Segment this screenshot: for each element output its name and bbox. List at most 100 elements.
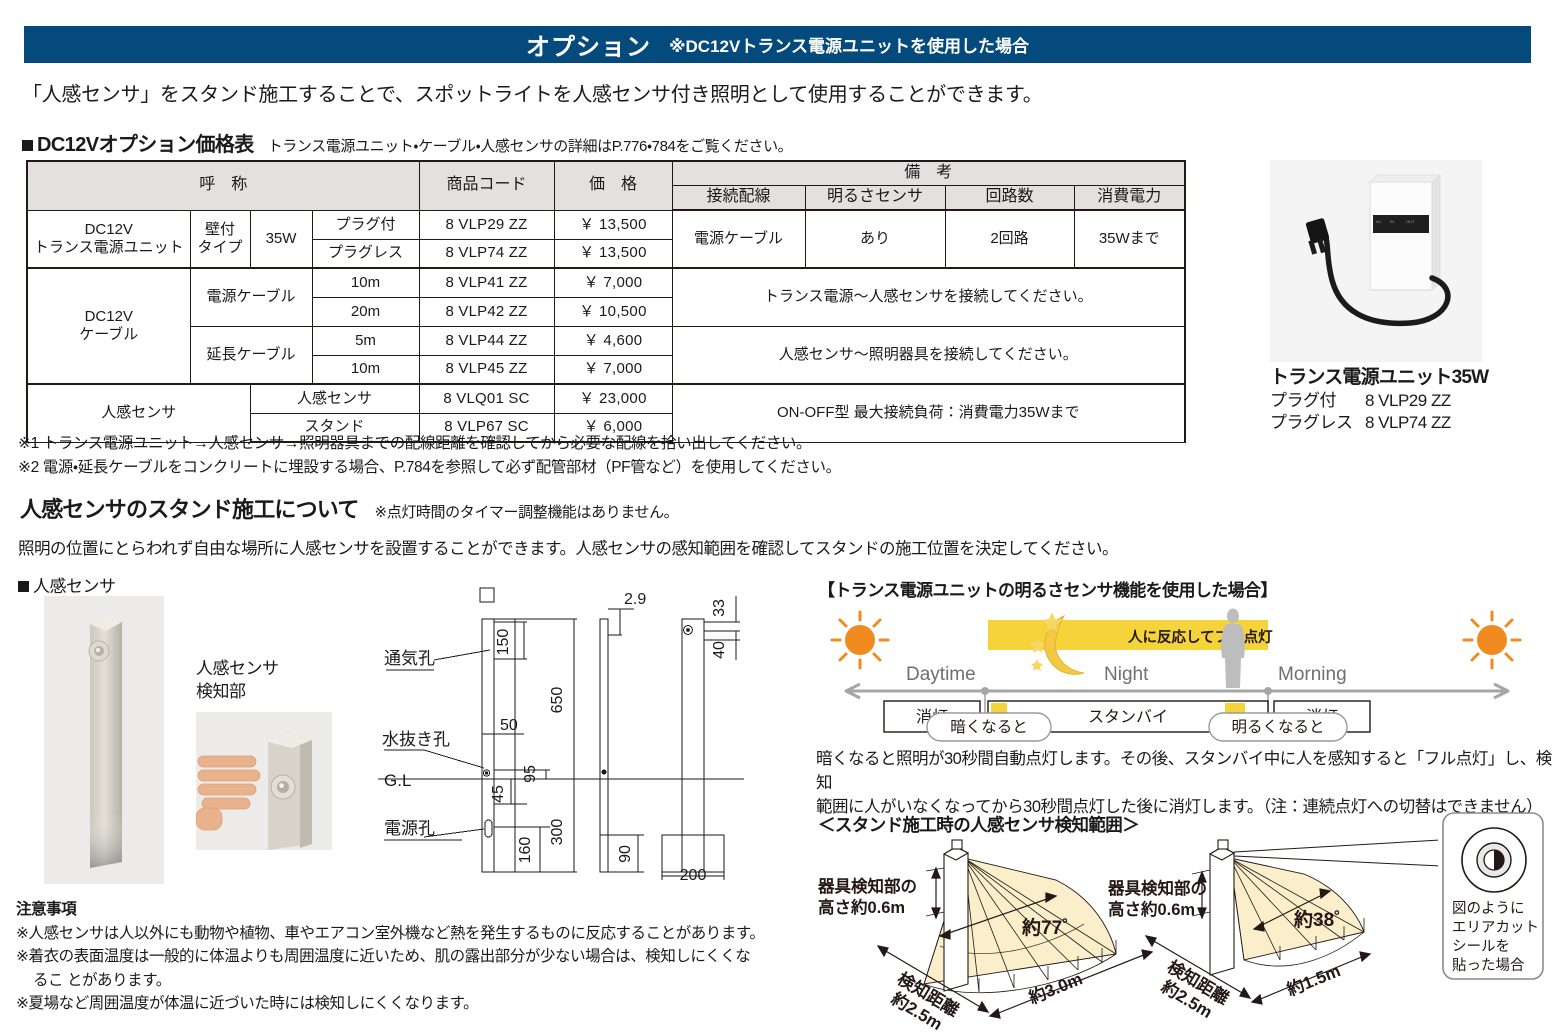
square-bullet-icon [18,581,29,592]
trans-caption-row: プラグレス 8 VLP74 ZZ [1270,412,1550,434]
cell-price: ￥ 13,500 [553,209,673,240]
dim-90: 90 [617,845,634,863]
cell-price: ￥ 4,600 [553,325,673,356]
svg-text:AC: AC [1376,219,1382,224]
sensor-heading-text: 人感センサ [33,577,116,596]
cell-price: ￥ 13,500 [553,238,673,269]
table-row: 人感センサ 人感センサ 8 VLQ01 SC ￥ 23,000 ON-OFF型 … [26,383,1186,443]
label-gl: G.L [384,771,411,790]
stand-heading-text: 人感センサのスタンド施工について [20,497,359,522]
height-label-line1: 器具検知部の [1108,878,1207,898]
brightness-diagram-heading: 【トランス電源ユニットの明るさセンサ機能を使用した場合】 [818,581,1277,600]
caution-item-2-cont: るこ とがあります。 [33,971,171,989]
trans-caption-label: プラグレス [1270,412,1353,432]
detection-range-heading: ＜スタンド施工時の人感センサ検知範囲＞ [818,815,1140,835]
th-circuits: 回路数 [944,185,1075,211]
svg-text:IN: IN [1390,219,1394,224]
callout-text-4: 貼った場合 [1452,957,1525,974]
phase-label-daytime: Daytime [906,664,976,685]
caution-item-3: ※夏場など周囲温度が体温に近づいた時には検知しにくくなります。 [16,995,479,1013]
label-vent-hole: 通気孔 [384,649,435,668]
th-code: 商品コード [418,160,555,211]
width-label-1-5m: 約1.5m [1283,960,1343,1000]
angle-label-38: 約38˚ [1293,908,1340,931]
cell-variant: プラグ付 [311,209,420,240]
cell-group-name-2: DC12V ケーブル [26,267,191,385]
option-header-band: オプション ※DC12Vトランス電源ユニットを使用した場合 [24,26,1531,63]
detect-part-caption: 人感センサ 検知部 [196,658,279,704]
table-note-1: ※1 トランス電源ユニット→人感センサ→照明器具までの配線距離を確認してから必要… [18,435,812,452]
cell-subgroup-power-cable: 電源ケーブル [189,267,313,327]
phase-label-morning: Morning [1278,664,1347,685]
dim-200: 200 [680,867,707,882]
width-label-3-0m: 約3.0m [1025,968,1085,1008]
callout-dark-label: 暗くなると [950,718,1028,736]
dim-160: 160 [517,837,534,864]
group1-name-line1: DC12V [84,221,133,239]
full-light-band-label: 人に反応してフル点灯 [1127,628,1273,646]
cell-variant: 5m [311,325,420,356]
trans-caption-label: プラグ付 [1270,390,1337,410]
table-notes: ※1 トランス電源ユニット→人感センサ→照明器具までの配線距離を確認してから必要… [18,432,841,480]
label-power-hole: 電源孔 [384,819,435,838]
cell-remark-power: 35Wまで [1073,209,1186,269]
cell-code: 8 VLP29 ZZ [418,209,555,240]
cell-variant: 人感センサ [249,383,420,414]
night-desc-line1: 暗くなると照明が30秒間自動点灯します。その後、スタンバイ中に人を感知すると「フ… [816,750,1552,792]
sensor-photo-heading: 人感センサ [18,572,116,597]
stand-section-heading: 人感センサのスタンド施工について ※点灯時間のタイマー調整機能はありません。 [20,492,679,524]
header-title: オプション [526,34,651,61]
height-label-line2: 高さ約0.6m [1108,899,1195,919]
cell-variant: 10m [311,267,420,298]
cell-remark-circuits: 2回路 [944,209,1075,269]
callout-text-3: シールを [1452,938,1510,955]
dc12v-price-table: 呼 称 商品コード 価 格 備 考 接続配線 明るさセンサ 回路数 消費電力 D… [26,160,1186,443]
area-cut-sticker-callout: 図のように エリアカット シールを 貼った場合 [1442,812,1548,980]
caution-title: 注意事項 [16,901,77,918]
group1-name-line2: トランス電源ユニット [33,238,184,256]
th-name: 呼 称 [26,160,420,211]
night-operation-description: 暗くなると照明が30秒間自動点灯します。その後、スタンバイ中に人を感知すると「フ… [816,748,1552,820]
angle-label-77: 約77˚ [1021,916,1068,939]
stand-heading-note: ※点灯時間のタイマー調整機能はありません。 [374,504,679,521]
trans-caption-row: プラグ付 8 VLP29 ZZ [1270,390,1550,412]
dim-33: 33 [711,599,728,617]
trans-caption-code: 8 VLP29 ZZ [1365,390,1451,410]
cell-remark-power-cable: トランス電源～人感センサを接続してください。 [671,267,1186,327]
cell-variant: 20m [311,296,420,327]
svg-text:OUT: OUT [1406,219,1415,224]
callout-bright-label: 明るくなると [1231,718,1324,736]
dim-45: 45 [490,785,507,803]
price-table-heading: DC12Vオプション価格表 トランス電源ユニット・ケーブル・人感センサの詳細はP… [22,128,793,157]
dim-300: 300 [549,819,566,846]
cell-code: 8 VLP44 ZZ [418,325,555,356]
group2-name-line1: DC12V [84,308,133,326]
phase-label-night: Night [1104,664,1149,685]
trans-photo-caption: トランス電源ユニット35W プラグ付 8 VLP29 ZZ プラグレス 8 VL… [1270,366,1550,434]
caution-notes: 注意事項 ※人感センサは人以外にも動物や植物、車やエアコン室外機など熱を発生する… [16,898,765,1016]
dim-650: 650 [549,687,566,714]
price-heading-note: トランス電源ユニット・ケーブル・人感センサの詳細はP.776・784をご覧くださ… [267,138,793,155]
cell-code: 8 VLP45 ZZ [418,354,555,385]
detect-caption-line1: 人感センサ [196,659,279,678]
trans-caption-code: 8 VLP74 ZZ [1365,412,1451,432]
header-subtitle: ※DC12Vトランス電源ユニットを使用した場合 [669,37,1029,56]
sun-icon-left [830,610,890,670]
label-drain-hole: 水抜き孔 [382,730,450,749]
cell-code: 8 VLP41 ZZ [418,267,555,298]
timeline-axis [844,682,1510,700]
dim-2-9: 2.9 [624,591,646,608]
table-row: DC12V トランス電源ユニット 壁付 タイプ 35W プラグ付 8 VLP29 … [26,209,1186,269]
area-cut-sticker-icon [1461,827,1527,893]
cell-remark-brightness: あり [804,209,946,269]
cell-wall-type: 壁付 タイプ [189,209,251,269]
dim-95: 95 [522,765,539,783]
table-row: 延長ケーブル 5m 8 VLP44 ZZ ￥ 4,600 人感センサ～照明器具を… [27,325,1186,385]
cell-price: ￥ 7,000 [553,267,673,298]
price-heading-text: DC12Vオプション価格表 [37,134,254,156]
dim-150: 150 [495,629,512,656]
th-price: 価 格 [553,160,673,211]
square-bullet-icon [22,140,33,151]
state-label-standby: スタンバイ [1088,708,1168,726]
table-header-row-1: 呼 称 商品コード 価 格 備 考 [26,160,1186,211]
